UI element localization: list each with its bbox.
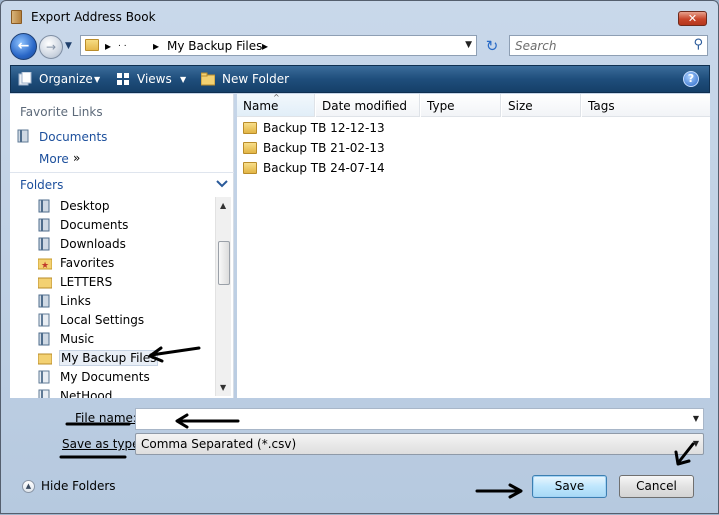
hand-drawn-annotations <box>59 346 695 499</box>
arrow-to-save-as-type-dropdown <box>676 442 695 465</box>
export-dialog: Export Address Book ✕ ← → ▼ ▸ . . ▸ My B… <box>0 0 719 514</box>
